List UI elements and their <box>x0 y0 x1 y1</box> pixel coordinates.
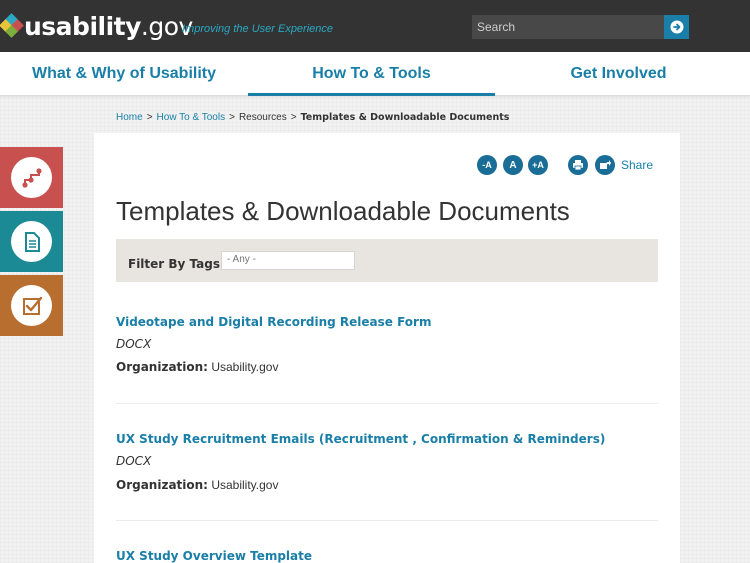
document-title-link[interactable]: Videotape and Digital Recording Release … <box>116 315 431 329</box>
search-input[interactable] <box>472 15 664 39</box>
nav-item-how-to-tools[interactable]: How To & Tools <box>248 52 495 96</box>
breadcrumb-separator: > <box>290 112 297 123</box>
filter-bar: Filter By Tags: - Any - <box>116 239 658 282</box>
breadcrumb: Home > How To & Tools > Resources > Templates … <box>116 112 509 123</box>
reset-font-button[interactable]: A <box>503 155 523 175</box>
print-button[interactable] <box>568 155 588 175</box>
increase-font-button[interactable]: +A <box>528 155 548 175</box>
search-button[interactable] <box>664 15 689 39</box>
logo-diamond-icon <box>0 13 24 38</box>
share-icon <box>600 160 611 169</box>
document-title-link[interactable]: UX Study Overview Template <box>116 549 312 563</box>
divider <box>116 520 658 521</box>
site-header: usability.gov Improving the User Experie… <box>0 0 750 52</box>
share-button[interactable] <box>595 155 615 175</box>
main-nav: What & Why of Usability How To & Tools G… <box>0 52 750 96</box>
side-tab-methods[interactable] <box>0 147 63 208</box>
share-link[interactable]: Share <box>621 158 653 172</box>
site-logo[interactable]: usability.gov <box>0 9 193 43</box>
document-organization: Organization: Usability.gov <box>116 478 279 492</box>
breadcrumb-separator: > <box>229 112 235 123</box>
nav-item-what-why[interactable]: What & Why of Usability <box>0 52 248 96</box>
decrease-font-button[interactable]: -A <box>477 155 497 175</box>
breadcrumb-current: Templates & Downloadable Documents <box>300 112 510 123</box>
checklist-icon <box>22 296 42 315</box>
side-tab-templates[interactable] <box>0 211 63 272</box>
logo-text: usability.gov <box>24 11 193 41</box>
page-title: Templates & Downloadable Documents <box>116 196 570 226</box>
print-icon <box>573 160 583 171</box>
divider <box>116 403 658 404</box>
arrow-right-circle-icon <box>670 20 683 34</box>
document-type: DOCX <box>116 337 152 351</box>
document-icon <box>24 231 40 252</box>
breadcrumb-how-to-link[interactable]: How To & Tools <box>157 112 226 123</box>
breadcrumb-resources[interactable]: Resources <box>239 112 287 123</box>
filter-label: Filter By Tags: <box>128 257 225 271</box>
side-tab-guidelines[interactable] <box>0 275 63 336</box>
document-type: DOCX <box>116 454 152 468</box>
document-organization: Organization: Usability.gov <box>116 360 279 374</box>
document-title-link[interactable]: UX Study Recruitment Emails (Recruitment… <box>116 432 605 446</box>
breadcrumb-separator: > <box>146 112 153 123</box>
site-tagline: Improving the User Experience <box>182 23 334 35</box>
filter-tags-select[interactable]: - Any - <box>221 251 355 270</box>
breadcrumb-home-link[interactable]: Home <box>116 112 143 123</box>
methods-icon <box>21 167 42 188</box>
nav-item-get-involved[interactable]: Get Involved <box>495 52 742 96</box>
